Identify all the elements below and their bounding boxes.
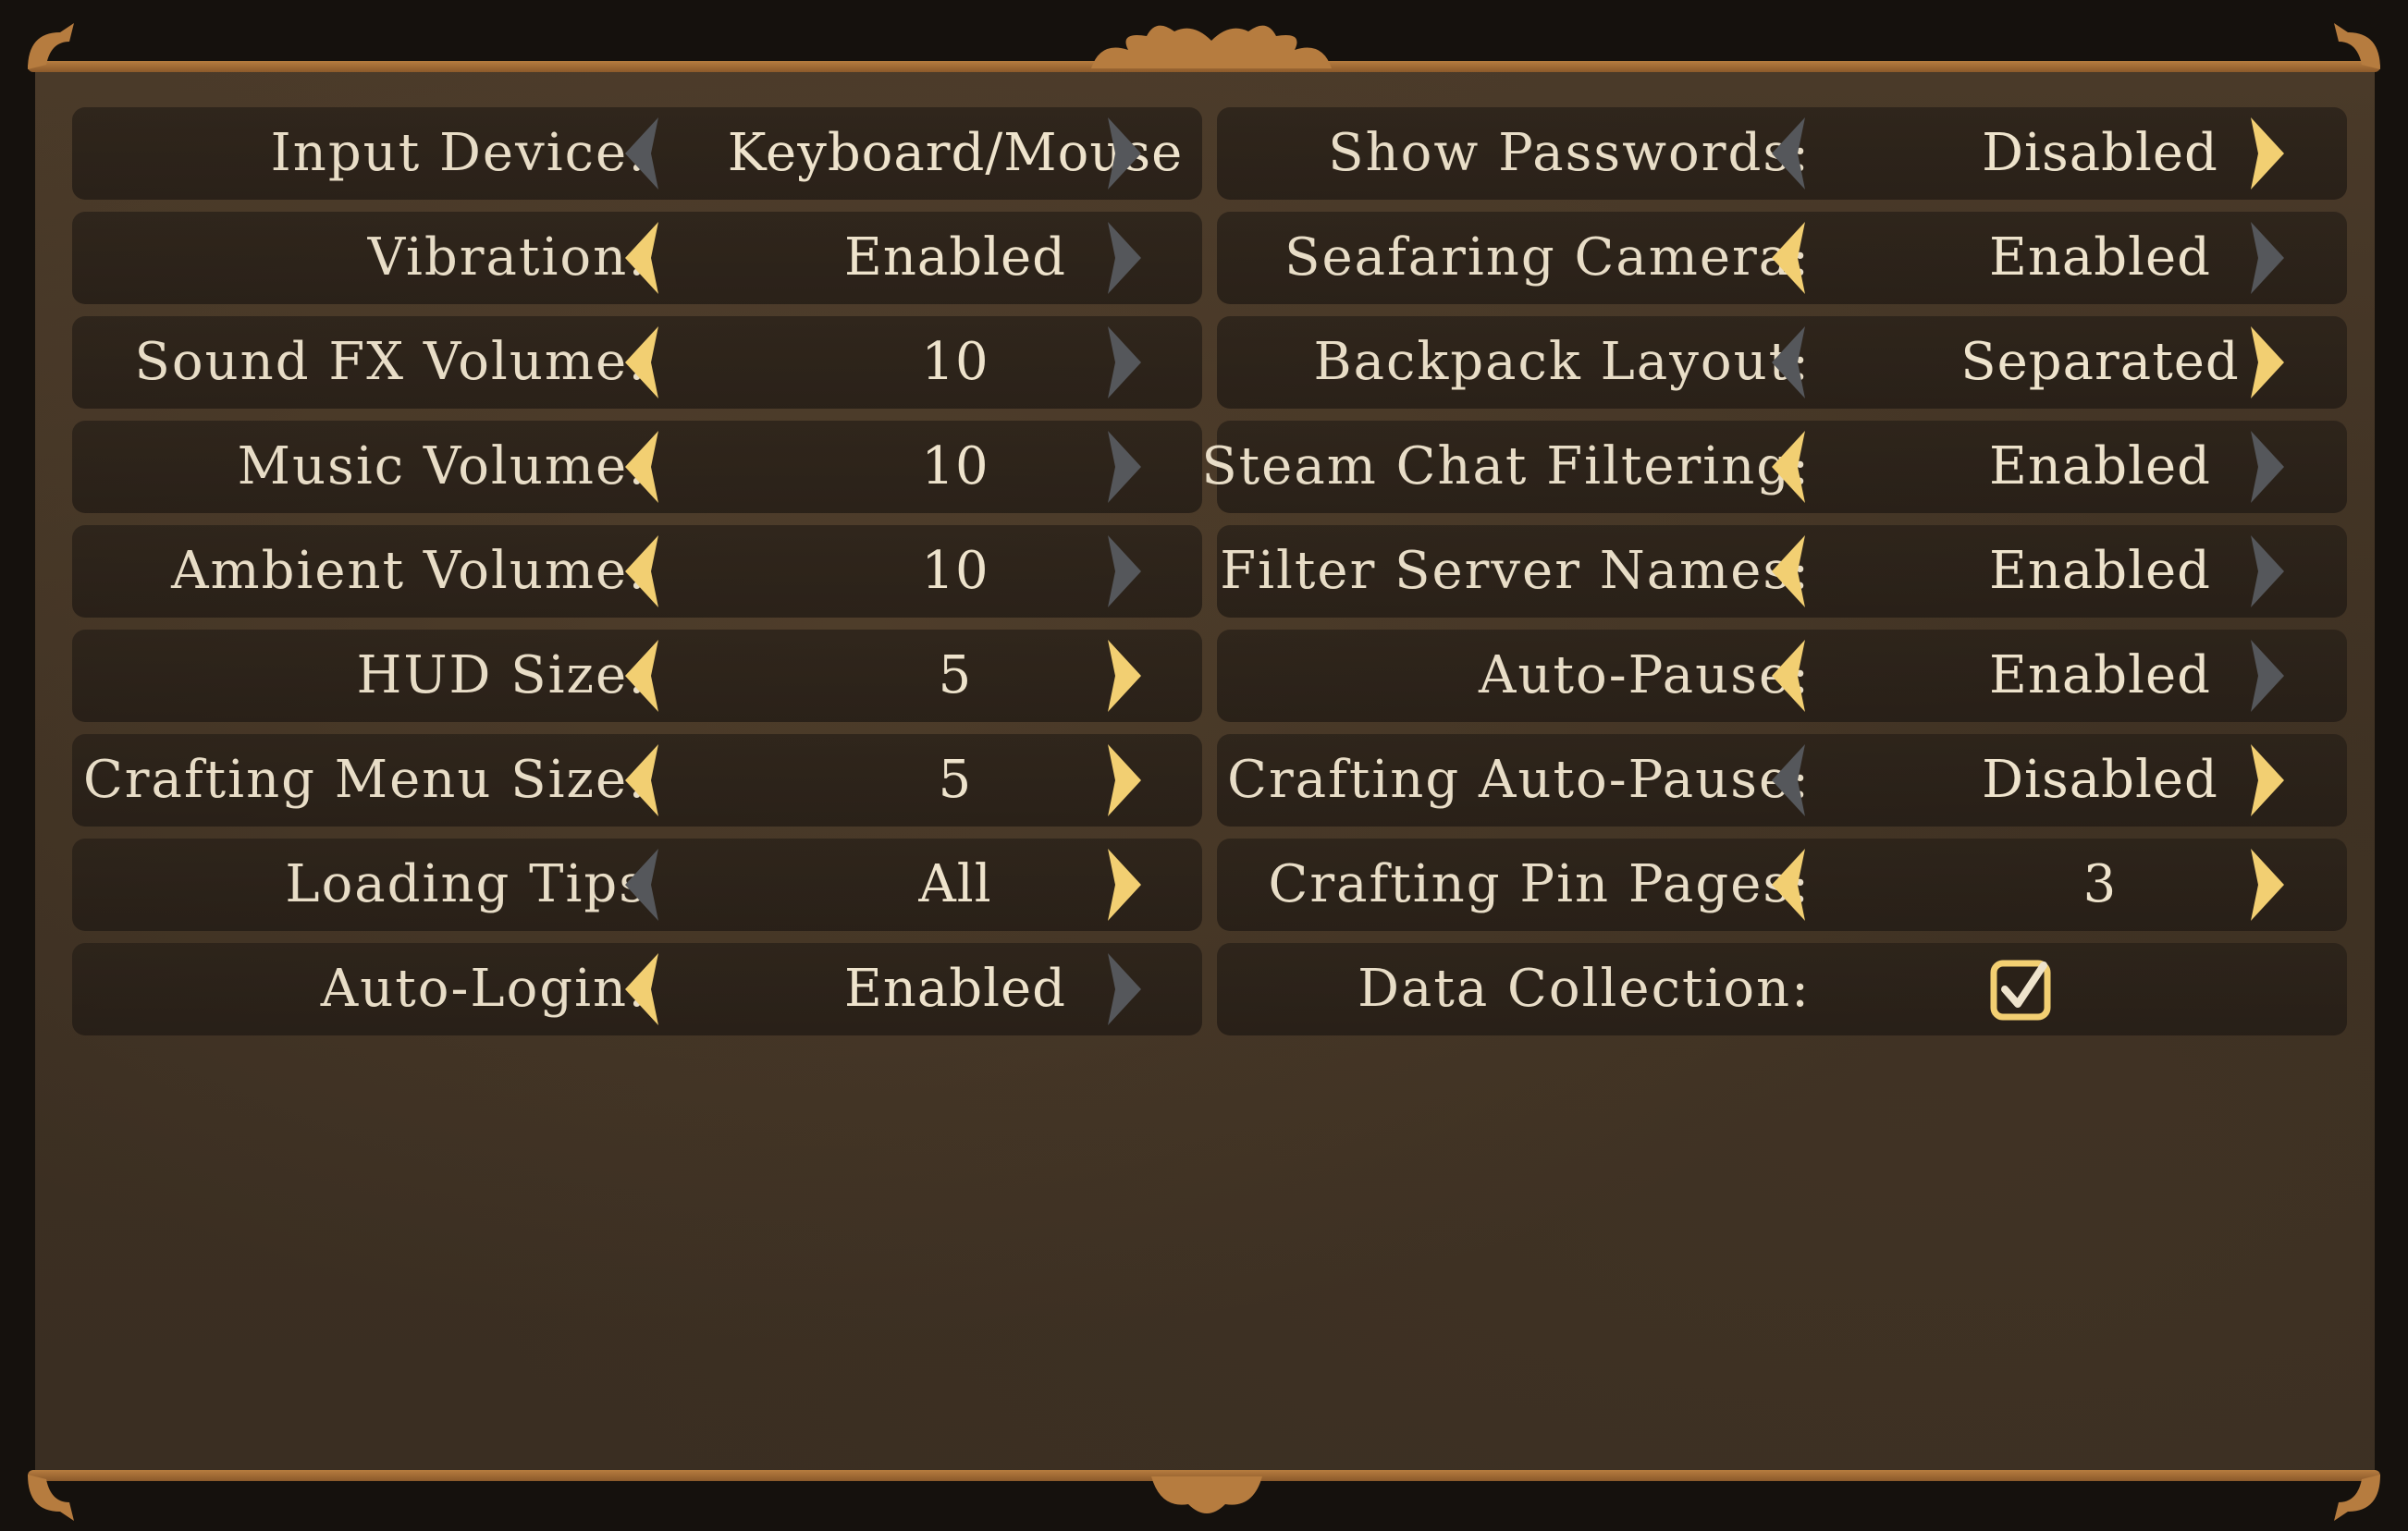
chevron-left-icon[interactable] <box>614 741 670 820</box>
setting-label: Data Collection: <box>1358 959 1811 1019</box>
chevron-left-icon[interactable] <box>1761 114 1816 193</box>
chevron-left-icon[interactable] <box>614 114 670 193</box>
setting-row-steam-chat-filtering: Steam Chat Filtering: Enabled <box>1201 421 2347 513</box>
corner-ornament-bottom-right <box>2334 1475 2380 1521</box>
chevron-left-icon[interactable] <box>1761 636 1816 716</box>
chevron-left-icon[interactable] <box>1761 741 1816 820</box>
chevron-right-icon[interactable] <box>2240 741 2295 820</box>
setting-label: Show Passwords: <box>1328 123 1811 183</box>
chevron-left-icon[interactable] <box>614 323 670 402</box>
setting-label: Auto-Login: <box>320 959 647 1019</box>
chevron-right-icon[interactable] <box>1097 427 1152 507</box>
chevron-left-icon[interactable] <box>614 427 670 507</box>
chevron-right-icon[interactable] <box>1097 532 1152 611</box>
setting-label: HUD Size: <box>356 645 647 705</box>
chevron-left-icon[interactable] <box>1761 845 1816 925</box>
setting-row-vibration: Vibration: Enabled <box>72 212 1202 304</box>
setting-row-crafting-auto-pause: Crafting Auto-Pause: Disabled <box>1217 734 2347 827</box>
setting-row-data-collection: Data Collection: <box>1217 943 2347 1035</box>
chevron-right-icon[interactable] <box>1097 114 1152 193</box>
chevron-left-icon[interactable] <box>1761 532 1816 611</box>
chevron-right-icon[interactable] <box>2240 323 2295 402</box>
setting-label: Crafting Auto-Pause: <box>1227 750 1811 810</box>
setting-row-seafaring-camera: Seafaring Camera: Enabled <box>1217 212 2347 304</box>
chevron-right-icon[interactable] <box>2240 636 2295 716</box>
chevron-right-icon[interactable] <box>1097 949 1152 1029</box>
chevron-right-icon[interactable] <box>2240 218 2295 298</box>
setting-label: Steam Chat Filtering: <box>1201 436 1811 496</box>
setting-row-sound-fx-volume: Sound FX Volume: 10 <box>72 316 1202 409</box>
chevron-right-icon[interactable] <box>2240 532 2295 611</box>
setting-row-crafting-menu-size: Crafting Menu Size: 5 <box>72 734 1202 827</box>
setting-row-ambient-volume: Ambient Volume: 10 <box>72 525 1202 618</box>
setting-row-hud-size: HUD Size: 5 <box>72 630 1202 722</box>
top-center-ornament <box>1091 25 1332 69</box>
corner-ornament-bottom-left <box>28 1475 74 1521</box>
setting-row-crafting-pin-pages: Crafting Pin Pages: 3 <box>1217 839 2347 931</box>
chevron-right-icon[interactable] <box>1097 845 1152 925</box>
chevron-left-icon[interactable] <box>614 636 670 716</box>
setting-label: Seafaring Camera: <box>1284 227 1811 288</box>
chevron-left-icon[interactable] <box>1761 218 1816 298</box>
chevron-left-icon[interactable] <box>1761 427 1816 507</box>
chevron-right-icon[interactable] <box>1097 323 1152 402</box>
chevron-left-icon[interactable] <box>1761 323 1816 402</box>
bottom-center-ornament <box>1151 1476 1262 1513</box>
setting-row-auto-login: Auto-Login: Enabled <box>72 943 1202 1035</box>
checkbox-checked-icon[interactable] <box>1988 956 2055 1023</box>
setting-label: Backpack Layout: <box>1313 332 1811 392</box>
setting-label: Sound FX Volume: <box>134 332 647 392</box>
chevron-right-icon[interactable] <box>2240 845 2295 925</box>
chevron-left-icon[interactable] <box>614 845 670 925</box>
chevron-left-icon[interactable] <box>614 218 670 298</box>
setting-label: Filter Server Names: <box>1220 541 1811 601</box>
setting-row-show-passwords: Show Passwords: Disabled <box>1217 107 2347 200</box>
setting-label: Input Device: <box>270 123 647 183</box>
setting-row-auto-pause: Auto-Pause: Enabled <box>1217 630 2347 722</box>
setting-row-filter-server-names: Filter Server Names: Enabled <box>1217 525 2347 618</box>
setting-label: Crafting Pin Pages: <box>1268 854 1811 914</box>
setting-label: Vibration: <box>367 227 647 288</box>
chevron-right-icon[interactable] <box>1097 636 1152 716</box>
setting-row-loading-tips: Loading Tips All <box>72 839 1202 931</box>
chevron-right-icon[interactable] <box>1097 218 1152 298</box>
setting-label: Ambient Volume: <box>171 541 647 601</box>
setting-row-input-device: Input Device: Keyboard/Mouse <box>72 107 1202 200</box>
chevron-left-icon[interactable] <box>614 532 670 611</box>
setting-row-backpack-layout: Backpack Layout: Separated <box>1217 316 2347 409</box>
setting-label: Crafting Menu Size: <box>82 750 647 810</box>
chevron-right-icon[interactable] <box>1097 741 1152 820</box>
corner-ornament-top-right <box>2334 23 2380 69</box>
chevron-left-icon[interactable] <box>614 949 670 1029</box>
setting-label: Music Volume: <box>237 436 647 496</box>
setting-label: Loading Tips <box>285 854 647 914</box>
setting-row-music-volume: Music Volume: 10 <box>72 421 1202 513</box>
corner-ornament-top-left <box>28 23 74 69</box>
chevron-right-icon[interactable] <box>2240 114 2295 193</box>
chevron-right-icon[interactable] <box>2240 427 2295 507</box>
